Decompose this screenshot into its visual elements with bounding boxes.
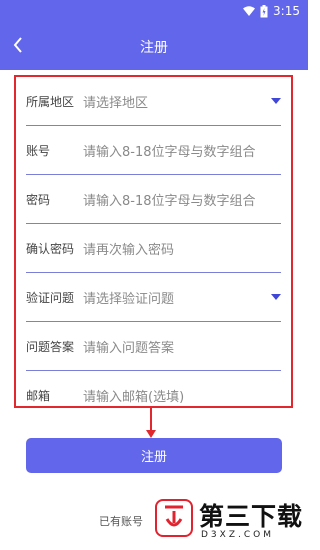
region-label: 所属地区	[26, 94, 75, 109]
login-link[interactable]: 已有账号	[99, 513, 143, 529]
password-label: 密码	[26, 192, 51, 207]
answer-input[interactable]: 请输入问题答案	[83, 322, 174, 370]
region-field[interactable]: 所属地区 请选择地区	[26, 77, 281, 126]
password-input[interactable]: 请输入8-18位字母与数字组合	[83, 175, 256, 223]
answer-label: 问题答案	[26, 339, 75, 354]
status-time: 3:15	[273, 4, 300, 18]
account-field[interactable]: 账号 请输入8-18位字母与数字组合	[26, 126, 281, 175]
dropdown-arrow-icon[interactable]	[271, 294, 281, 300]
watermark: 第三下载 D3XZ.COM	[155, 497, 305, 545]
app-header: 3:15 注册	[0, 0, 308, 70]
security-question-field[interactable]: 验证问题 请选择验证问题	[26, 273, 281, 322]
account-label: 账号	[26, 143, 51, 158]
registration-form: 所属地区 请选择地区 账号 请输入8-18位字母与数字组合 密码 请输入8-18…	[14, 75, 293, 408]
status-bar: 3:15	[243, 2, 300, 20]
arrow-down-icon	[146, 408, 156, 438]
region-select[interactable]: 请选择地区	[83, 77, 148, 125]
password-field[interactable]: 密码 请输入8-18位字母与数字组合	[26, 175, 281, 224]
account-input[interactable]: 请输入8-18位字母与数字组合	[83, 126, 256, 174]
watermark-domain: D3XZ.COM	[201, 530, 274, 540]
email-input[interactable]: 请输入邮箱(选填)	[83, 371, 184, 420]
security-question-label: 验证问题	[26, 290, 75, 305]
register-button[interactable]: 注册	[26, 438, 282, 473]
confirm-password-label: 确认密码	[26, 241, 75, 256]
download-logo-icon	[155, 499, 193, 537]
battery-icon	[260, 4, 268, 17]
confirm-password-input[interactable]: 请再次输入密码	[83, 224, 174, 272]
security-question-select[interactable]: 请选择验证问题	[83, 273, 174, 321]
dropdown-arrow-icon[interactable]	[271, 98, 281, 104]
confirm-password-field[interactable]: 确认密码 请再次输入密码	[26, 224, 281, 273]
page-title: 注册	[140, 40, 168, 56]
email-label: 邮箱	[26, 389, 51, 403]
answer-field[interactable]: 问题答案 请输入问题答案	[26, 322, 281, 371]
watermark-name: 第三下载	[199, 502, 304, 531]
wifi-icon	[243, 6, 256, 16]
